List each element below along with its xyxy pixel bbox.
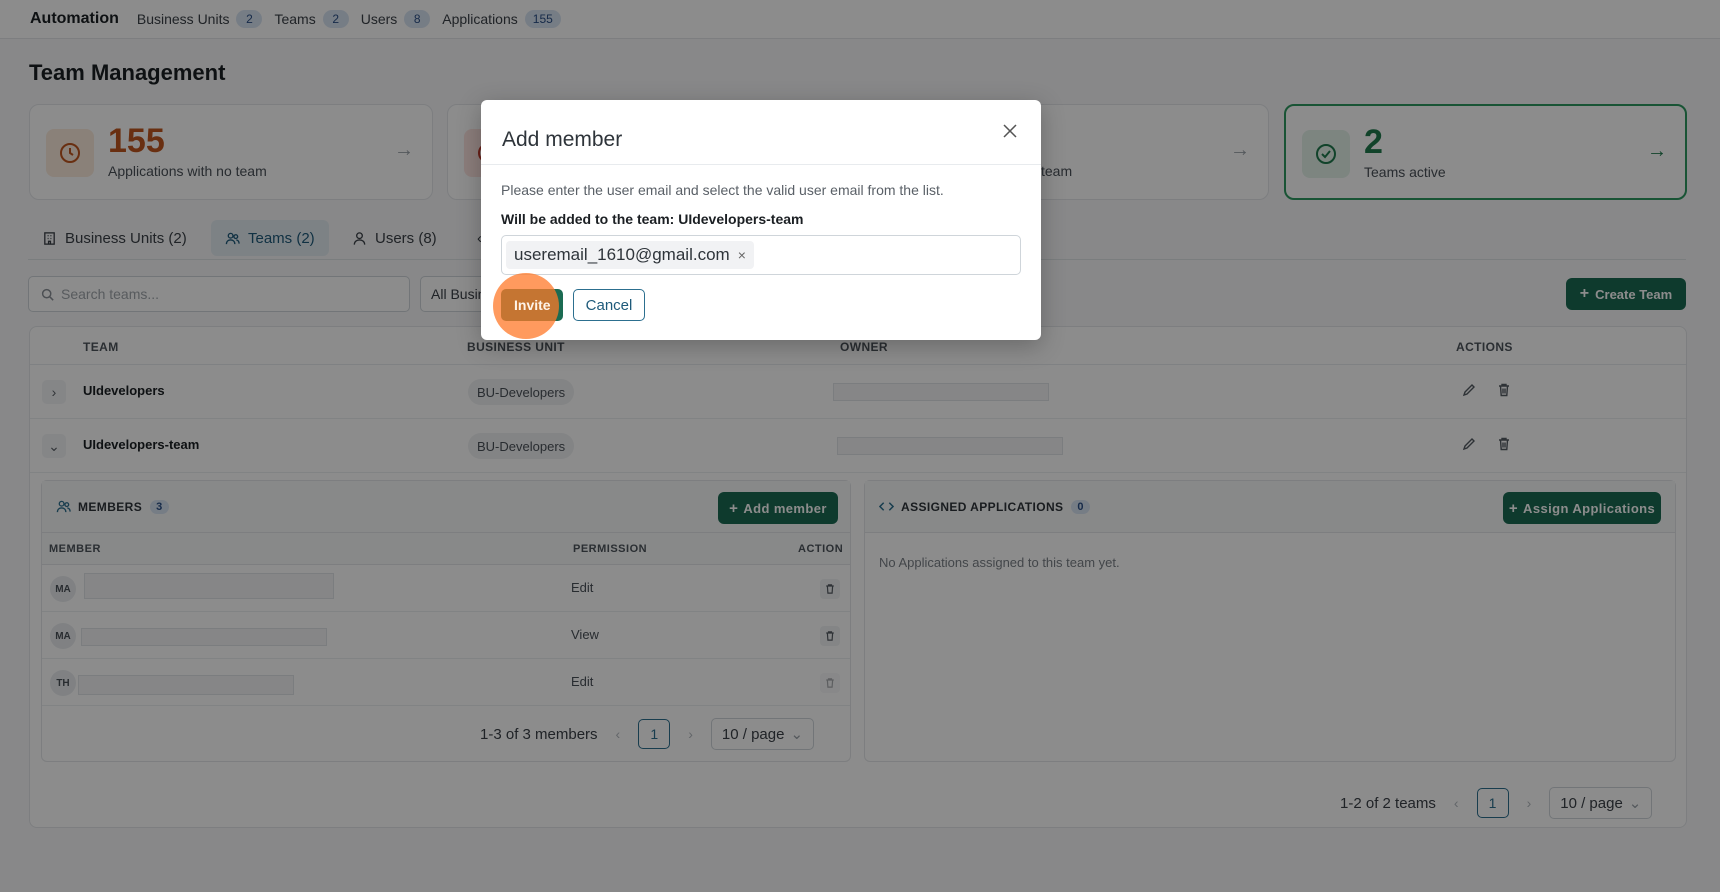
email-chip-label: useremail_1610@gmail.com <box>514 245 730 264</box>
invite-button[interactable] <box>501 289 563 321</box>
modal-title: Add member <box>502 128 623 151</box>
close-icon[interactable]: × <box>738 247 746 263</box>
modal-description: Please enter the user email and select t… <box>501 182 944 198</box>
add-member-modal: Add member Please enter the user email a… <box>481 100 1041 340</box>
close-icon[interactable] <box>997 118 1023 144</box>
email-select-input[interactable]: useremail_1610@gmail.com × <box>501 235 1021 275</box>
cancel-button[interactable]: Cancel <box>573 289 645 321</box>
modal-team-line: Will be added to the team: UIdevelopers-… <box>501 211 804 227</box>
email-chip: useremail_1610@gmail.com × <box>506 241 754 269</box>
divider <box>481 164 1041 165</box>
